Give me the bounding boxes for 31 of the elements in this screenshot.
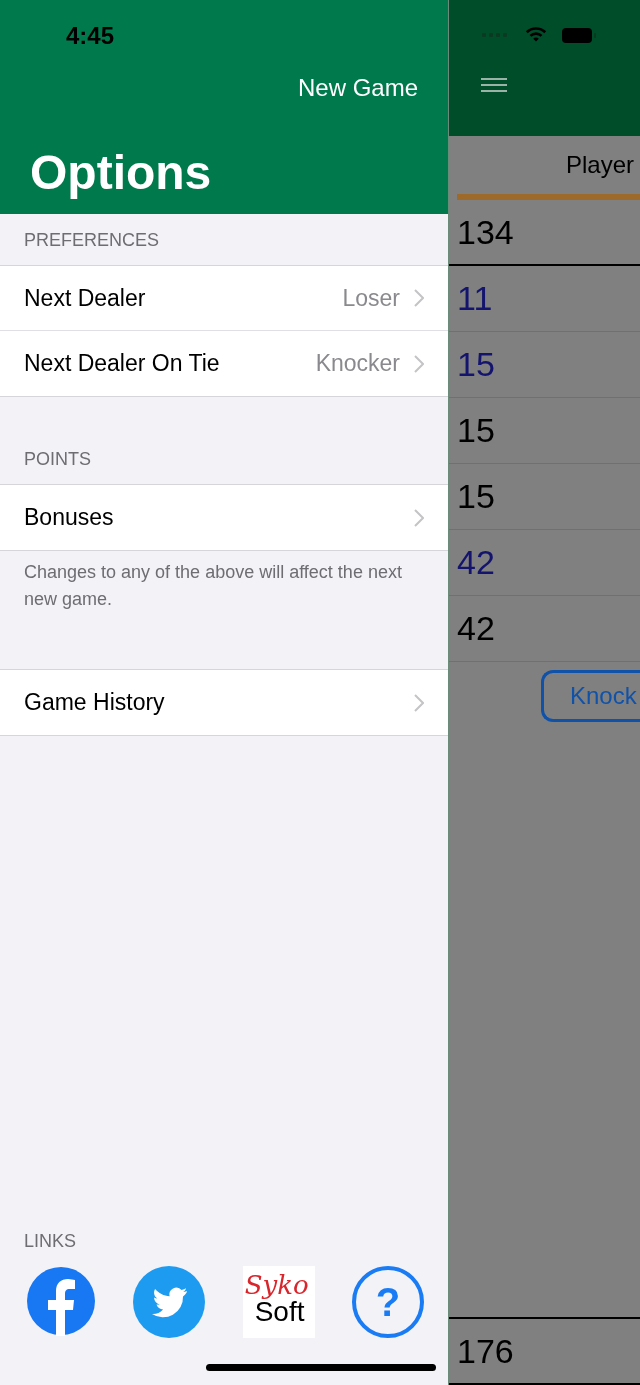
wifi-icon — [524, 26, 548, 44]
score-value: 42 — [457, 543, 495, 582]
score-total: 134 — [457, 212, 514, 252]
battery-icon — [562, 27, 596, 43]
facebook-icon[interactable] — [26, 1266, 96, 1336]
section-header: PREFERENCES — [23, 229, 161, 252]
score-value: 15 — [457, 345, 495, 384]
status-time: 4:45 — [66, 22, 115, 50]
menu-icon[interactable] — [481, 78, 507, 92]
score-total: 176 — [457, 1331, 514, 1371]
score-value: 15 — [457, 477, 495, 516]
page-title: Options — [30, 145, 212, 200]
score-value: 11 — [457, 279, 493, 318]
help-button[interactable]: ? — [352, 1266, 424, 1338]
logo-script: Syko — [244, 1270, 309, 1300]
score-value: 42 — [457, 609, 495, 648]
chevron-icon — [414, 289, 424, 307]
settings-row[interactable]: Next Dealer On Tie Knocker — [0, 331, 448, 396]
chevron-icon — [414, 508, 424, 527]
section-header: POINTS — [23, 448, 92, 471]
chevron-icon — [414, 693, 424, 712]
company-logo[interactable]: Syko Soft — [242, 1266, 315, 1338]
score-value: 15 — [457, 411, 495, 450]
bird-icon[interactable] — [133, 1266, 206, 1338]
section-header: LINKS — [23, 1230, 78, 1253]
new-game-button[interactable]: New Game — [297, 74, 418, 102]
settings-row[interactable]: Game History — [0, 670, 448, 735]
chevron-icon — [414, 354, 424, 373]
section-footer: Changes to any of the above will affect the next new game. — [0, 551, 448, 637]
column-header: Player — [565, 151, 634, 179]
settings-row[interactable]: Bonuses — [0, 485, 448, 550]
